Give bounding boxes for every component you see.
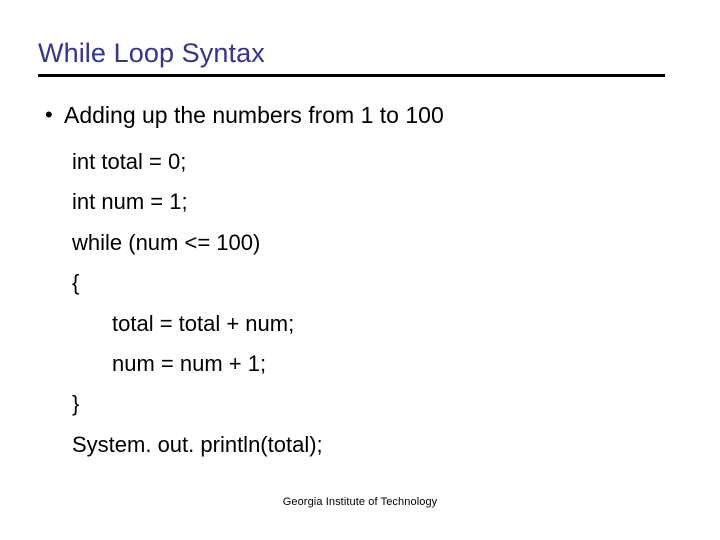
slide-canvas: While Loop Syntax • Adding up the number… (0, 0, 720, 540)
code-line: num = num + 1; (112, 350, 267, 376)
code-block: int total = 0; int num = 1; while (num <… (38, 142, 678, 465)
slide-footer: Georgia Institute of Technology (282, 496, 438, 508)
title-block: While Loop Syntax (38, 36, 666, 70)
title-underline-rule (38, 74, 665, 77)
code-line: { (72, 270, 80, 296)
code-line: total = total + num; (112, 310, 295, 336)
code-line: while (num <= 100) (72, 229, 261, 255)
code-line: System. out. println(total); (72, 431, 323, 457)
bullet-item-label: Adding up the numbers from 1 to 100 (64, 102, 444, 128)
bullet-list-item: • Adding up the numbers from 1 to 100 (38, 100, 678, 130)
code-line: int total = 0; (72, 149, 187, 174)
page-title: While Loop Syntax (38, 38, 265, 68)
bullet-marker-icon: • (45, 102, 53, 127)
slide-body: • Adding up the numbers from 1 to 100 in… (38, 100, 678, 465)
code-line: int num = 1; (72, 189, 188, 215)
code-line: } (72, 391, 80, 417)
